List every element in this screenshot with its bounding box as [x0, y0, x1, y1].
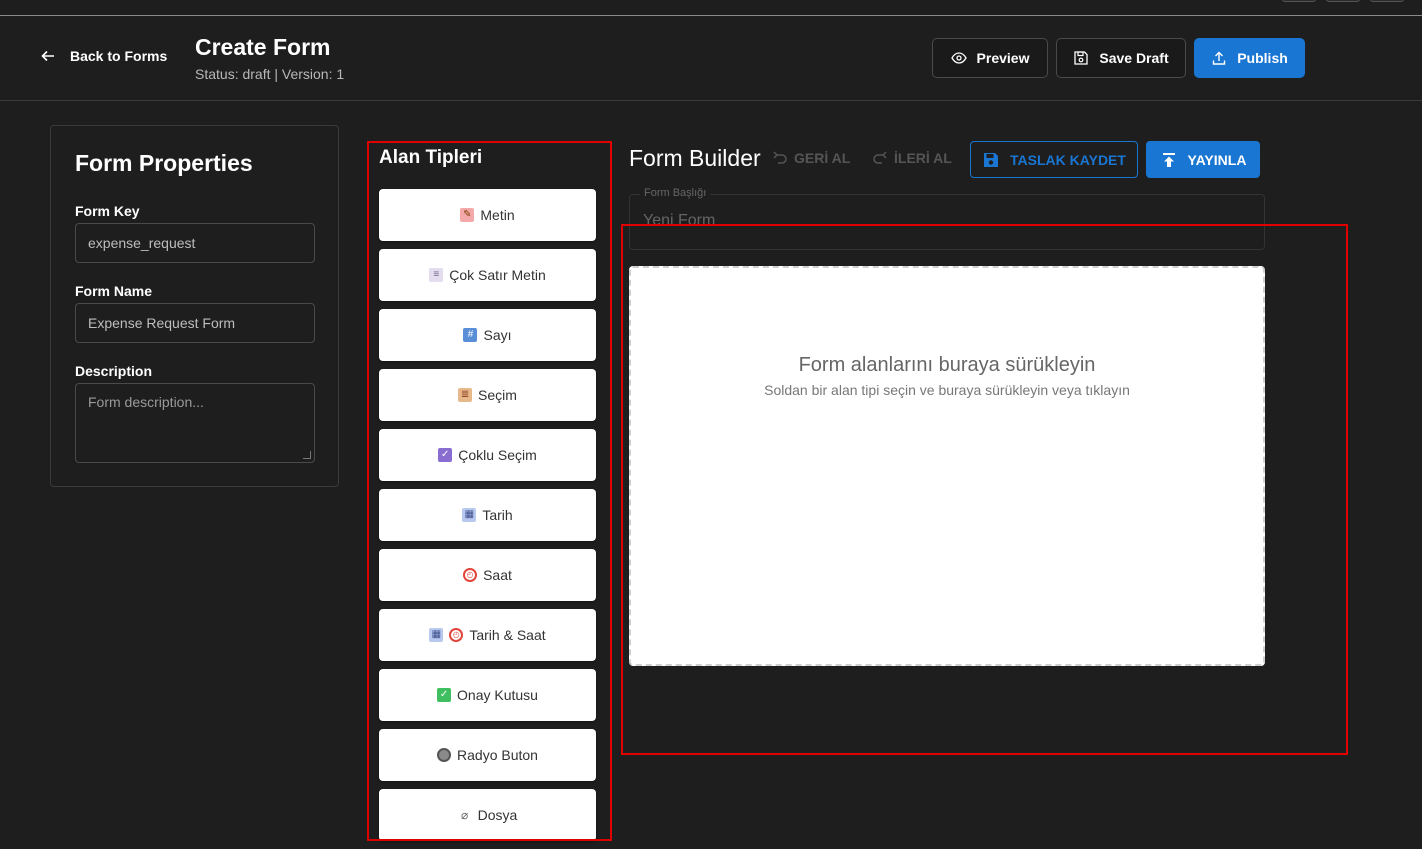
- field-type-multiline-text[interactable]: ≡ Çok Satır Metin: [379, 249, 596, 301]
- window-control-button[interactable]: [1370, 0, 1404, 2]
- back-to-forms-button[interactable]: Back to Forms: [40, 48, 167, 64]
- form-key-label: Form Key: [75, 203, 140, 219]
- publish-label: Publish: [1237, 50, 1288, 66]
- upload-icon: [1213, 51, 1226, 65]
- field-type-number[interactable]: # Sayı: [379, 309, 596, 361]
- yayinla-button[interactable]: YAYINLA: [1146, 141, 1260, 178]
- publish-button[interactable]: Publish: [1194, 38, 1305, 78]
- field-types-title: Alan Tipleri: [379, 147, 483, 168]
- save-draft-button[interactable]: Save Draft: [1056, 38, 1186, 78]
- field-type-time[interactable]: ◴ Saat: [379, 549, 596, 601]
- taslak-kaydet-button[interactable]: TASLAK KAYDET: [970, 141, 1138, 178]
- calendar-icon: ▦: [462, 508, 477, 522]
- field-type-text[interactable]: ✎ Metin: [379, 189, 596, 241]
- alarm-clock-icon: ◴: [463, 568, 478, 582]
- paperclip-icon: ⌀: [461, 808, 469, 822]
- resize-grip-icon[interactable]: [303, 451, 311, 459]
- field-type-date[interactable]: ▦ Tarih: [379, 489, 596, 541]
- field-type-label: Çoklu Seçim: [458, 447, 537, 463]
- preview-button[interactable]: Preview: [932, 38, 1048, 78]
- check-mark-icon: ✓: [437, 688, 452, 702]
- field-type-label: Tarih & Saat: [469, 627, 546, 643]
- checkbox-icon: ✓: [438, 448, 453, 462]
- field-type-label: Çok Satır Metin: [449, 267, 546, 283]
- undo-label: GERİ AL: [794, 150, 851, 166]
- form-properties-title: Form Properties: [75, 150, 253, 176]
- form-name-label: Form Name: [75, 283, 153, 299]
- arrow-left-icon: [41, 50, 54, 62]
- page-header: Back to Forms Create Form Status: draft …: [0, 16, 1422, 101]
- field-type-label: Seçim: [478, 387, 517, 403]
- redo-button[interactable]: İLERİ AL: [872, 150, 952, 166]
- form-title-value: Yeni Form: [643, 212, 716, 229]
- taslak-kaydet-label: TASLAK KAYDET: [1010, 151, 1126, 168]
- redo-icon: [873, 151, 887, 164]
- field-type-file[interactable]: ⌀ Dosya: [379, 789, 596, 841]
- field-type-label: Radyo Buton: [457, 747, 538, 763]
- window-control-button[interactable]: [1282, 0, 1316, 2]
- window-control-button[interactable]: [1326, 0, 1360, 2]
- form-title-input[interactable]: [629, 194, 1265, 250]
- description-label: Description: [75, 363, 153, 379]
- form-status: Status: draft | Version: 1: [195, 66, 345, 82]
- field-type-label: Saat: [483, 567, 512, 583]
- field-type-datetime[interactable]: ▦ ◴ Tarih & Saat: [379, 609, 596, 661]
- field-type-checkbox[interactable]: ✓ Onay Kutusu: [379, 669, 596, 721]
- field-type-label: Dosya: [477, 807, 518, 823]
- yayinla-label: YAYINLA: [1187, 151, 1247, 168]
- field-types-list: ✎ Metin ≡ Çok Satır Metin # Sayı ≣ Seçim…: [379, 189, 596, 849]
- page-title: Create Form: [195, 34, 331, 60]
- field-type-multi-select[interactable]: ✓ Çoklu Seçim: [379, 429, 596, 481]
- form-builder-title: Form Builder: [629, 145, 761, 171]
- form-key-input[interactable]: expense_request: [75, 223, 315, 263]
- form-drop-zone[interactable]: Form alanlarını buraya sürükleyin Soldan…: [629, 266, 1265, 666]
- calendar-icon: ▦: [429, 628, 444, 642]
- memo-icon: ✎: [460, 208, 475, 222]
- form-title-label: Form Başlığı: [640, 187, 711, 199]
- field-type-label: Onay Kutusu: [457, 687, 538, 703]
- description-textarea[interactable]: Form description...: [75, 383, 315, 463]
- floppy-disk-icon: [984, 152, 999, 167]
- numbers-icon: #: [463, 328, 478, 342]
- radio-icon: [437, 748, 452, 762]
- save-draft-label: Save Draft: [1099, 50, 1169, 66]
- back-to-forms-label: Back to Forms: [70, 48, 168, 64]
- clipboard-icon: ≣: [458, 388, 473, 402]
- description-placeholder: Form description...: [88, 394, 204, 410]
- field-type-label: Sayı: [483, 327, 512, 343]
- preview-label: Preview: [976, 50, 1030, 66]
- drop-zone-title: Form alanlarını buraya sürükleyin: [798, 354, 1096, 376]
- undo-button[interactable]: GERİ AL: [772, 150, 850, 166]
- window-top-strip: [0, 0, 1422, 16]
- form-properties-panel: Form Properties Form Key expense_request…: [50, 125, 339, 487]
- drop-zone-subtitle: Soldan bir alan tipi seçin ve buraya sür…: [764, 382, 1130, 398]
- page-icon: ≡: [429, 268, 444, 282]
- form-name-input[interactable]: Expense Request Form: [75, 303, 315, 343]
- undo-icon: [773, 151, 787, 164]
- redo-label: İLERİ AL: [894, 150, 952, 166]
- alarm-clock-icon: ◴: [449, 628, 464, 642]
- field-type-label: Metin: [480, 207, 515, 223]
- eye-icon: [950, 52, 967, 64]
- field-type-select[interactable]: ≣ Seçim: [379, 369, 596, 421]
- publish-icon: [1162, 152, 1175, 167]
- field-type-radio[interactable]: Radyo Buton: [379, 729, 596, 781]
- field-type-label: Tarih: [482, 507, 513, 523]
- floppy-disk-icon: [1074, 51, 1089, 65]
